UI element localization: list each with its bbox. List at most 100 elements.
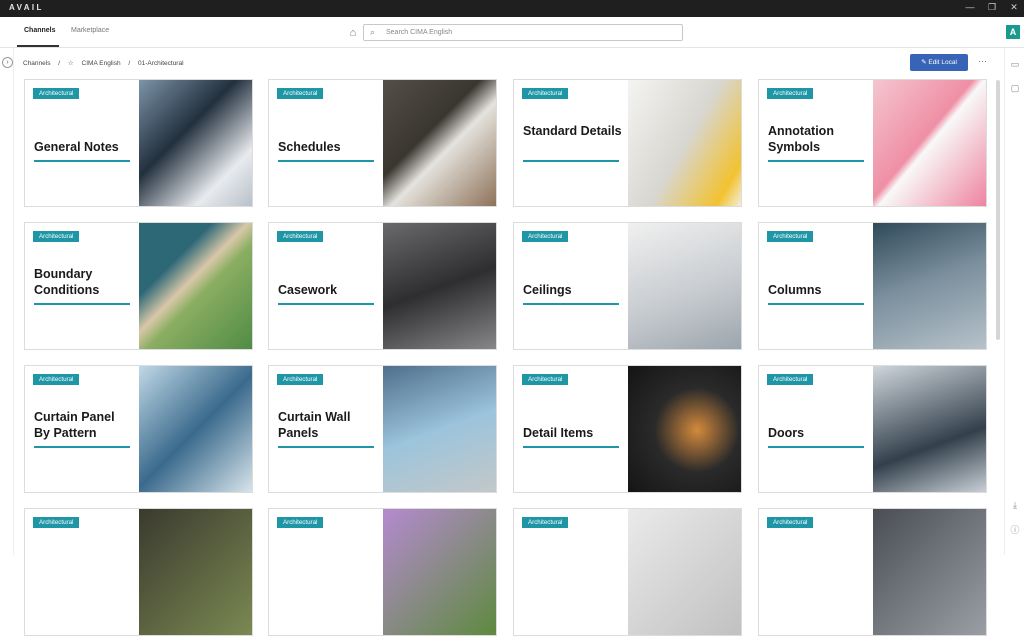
- scrollbar[interactable]: [996, 80, 1000, 340]
- channel-card[interactable]: Architectural: [758, 508, 987, 636]
- category-badge: Architectural: [33, 88, 80, 99]
- channel-card[interactable]: Architectural Columns: [758, 222, 987, 350]
- card-title: Curtain Panel By Pattern: [34, 410, 115, 440]
- category-badge: Architectural: [277, 231, 324, 242]
- speech-bubble-image: [873, 80, 986, 206]
- channel-card[interactable]: Architectural Detail Items: [513, 365, 742, 493]
- category-badge: Architectural: [767, 88, 814, 99]
- breadcrumb-current: 01-Architectural: [138, 60, 184, 67]
- star-icon[interactable]: ☆: [68, 60, 74, 67]
- image-icon[interactable]: ▭: [1009, 58, 1021, 70]
- tab-marketplace[interactable]: Marketplace: [71, 27, 109, 34]
- channel-card[interactable]: Architectural Boundary Conditions: [24, 222, 253, 350]
- electrical-panel-image: [139, 509, 252, 635]
- category-badge: Architectural: [767, 374, 814, 385]
- category-badge: Architectural: [767, 231, 814, 242]
- app-brand: AVAIL: [9, 3, 44, 12]
- channel-card[interactable]: Architectural Schedules: [268, 79, 497, 207]
- kitchen-cabinets-image: [383, 223, 496, 349]
- title-underline: [523, 446, 619, 448]
- business-signing-image: [139, 80, 252, 206]
- title-bar: AVAIL — ❐ ✕: [0, 0, 1024, 17]
- home-icon[interactable]: ⌂: [346, 26, 360, 40]
- channel-card[interactable]: Architectural Ceilings: [513, 222, 742, 350]
- title-underline: [278, 303, 374, 305]
- info-icon[interactable]: ⓘ: [1009, 524, 1021, 536]
- tennis-court-image: [139, 223, 252, 349]
- tablet-calendar-image: [383, 80, 496, 206]
- glass-facade-image: [139, 366, 252, 492]
- card-title: Ceilings: [523, 283, 572, 297]
- category-badge: Architectural: [522, 517, 569, 528]
- drafting-tools-image: [628, 80, 741, 206]
- category-badge: Architectural: [522, 374, 569, 385]
- card-title: Curtain Wall Panels: [278, 410, 351, 440]
- title-underline: [278, 446, 374, 448]
- comment-icon[interactable]: ▢: [1009, 82, 1021, 94]
- building-columns-image: [873, 223, 986, 349]
- channel-card[interactable]: Architectural Annotation Symbols: [758, 79, 987, 207]
- category-badge: Architectural: [522, 231, 569, 242]
- category-badge: Architectural: [33, 517, 80, 528]
- avatar[interactable]: A: [1006, 25, 1020, 39]
- title-underline: [34, 446, 130, 448]
- channel-card[interactable]: Architectural: [24, 508, 253, 636]
- channel-card[interactable]: Architectural Casework: [268, 222, 497, 350]
- card-title: Schedules: [278, 140, 341, 154]
- flowers-image: [383, 509, 496, 635]
- restore-icon[interactable]: ❐: [984, 2, 1000, 13]
- street-lamp-image: [873, 509, 986, 635]
- category-badge: Architectural: [767, 517, 814, 528]
- edit-local-button[interactable]: ✎ Edit Local: [910, 54, 968, 71]
- title-underline: [768, 446, 864, 448]
- search-input[interactable]: ⌕ Search CIMA English: [363, 24, 683, 41]
- tab-channels[interactable]: Channels: [24, 27, 56, 34]
- channel-card[interactable]: Architectural Curtain Panel By Pattern: [24, 365, 253, 493]
- channel-card[interactable]: Architectural Standard Details: [513, 79, 742, 207]
- left-rail: [0, 48, 14, 555]
- channel-card[interactable]: Architectural General Notes: [24, 79, 253, 207]
- more-options-icon[interactable]: ···: [978, 56, 987, 66]
- card-title: Standard Details: [523, 124, 622, 138]
- card-title: Columns: [768, 283, 822, 297]
- card-title: Casework: [278, 283, 338, 297]
- title-underline: [768, 303, 864, 305]
- close-icon[interactable]: ✕: [1006, 2, 1022, 13]
- channel-card[interactable]: Architectural Doors: [758, 365, 987, 493]
- category-badge: Architectural: [277, 374, 324, 385]
- channel-card[interactable]: Architectural Curtain Wall Panels: [268, 365, 497, 493]
- card-title: Boundary Conditions: [34, 267, 100, 297]
- card-title: Detail Items: [523, 426, 594, 440]
- title-underline: [34, 160, 130, 162]
- right-rail: ▭ ▢ ⤓ ⓘ: [1004, 48, 1024, 555]
- breadcrumb-cima-english[interactable]: CIMA English: [82, 60, 121, 67]
- card-title: Annotation Symbols: [768, 124, 834, 154]
- title-underline: [523, 303, 619, 305]
- search-icon: ⌕: [370, 27, 376, 37]
- category-badge: Architectural: [277, 88, 324, 99]
- title-underline: [34, 303, 130, 305]
- breadcrumb-channels[interactable]: Channels: [23, 60, 50, 67]
- channel-card[interactable]: Architectural: [513, 508, 742, 636]
- category-badge: Architectural: [33, 374, 80, 385]
- category-badge: Architectural: [522, 88, 569, 99]
- circuit-board-image: [628, 366, 741, 492]
- card-title: General Notes: [34, 140, 119, 154]
- breadcrumb: Channels / ☆ CIMA English / 01-Architect…: [23, 59, 190, 67]
- ceiling-lights-image: [628, 223, 741, 349]
- category-badge: Architectural: [277, 517, 324, 528]
- title-underline: [278, 160, 374, 162]
- glass-wall-image: [383, 366, 496, 492]
- download-icon[interactable]: ⤓: [1009, 499, 1021, 511]
- glass-doors-image: [873, 366, 986, 492]
- wall-frames-image: [628, 509, 741, 635]
- active-tab-indicator: [17, 45, 59, 47]
- title-underline: [523, 160, 619, 162]
- top-bar: Channels Marketplace ⌂ ⌕ Search CIMA Eng…: [0, 17, 1024, 48]
- card-title: Doors: [768, 426, 805, 440]
- channel-card[interactable]: Architectural: [268, 508, 497, 636]
- category-badge: Architectural: [33, 231, 80, 242]
- chevron-right-icon[interactable]: ›: [2, 57, 13, 68]
- breadcrumb-separator: /: [128, 60, 131, 67]
- minimize-icon[interactable]: —: [962, 2, 978, 12]
